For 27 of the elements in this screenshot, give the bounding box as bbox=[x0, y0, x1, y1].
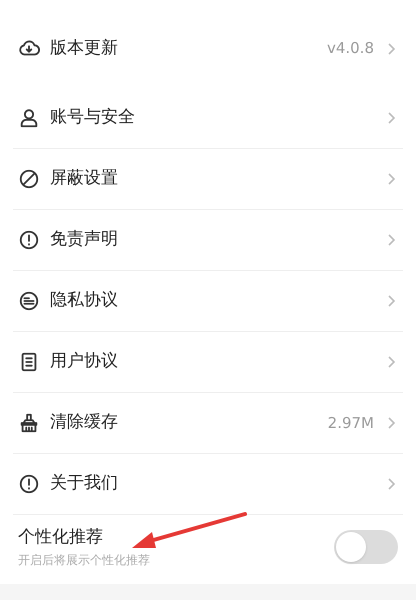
row-label: 关于我们 bbox=[50, 472, 118, 496]
ban-icon bbox=[18, 168, 40, 190]
settings-row[interactable]: 账号与安全 bbox=[13, 88, 403, 149]
setting-title: 个性化推荐 bbox=[18, 526, 104, 550]
row-value: 2.97M bbox=[328, 412, 374, 434]
row-label: 隐私协议 bbox=[50, 289, 118, 312]
settings-row[interactable]: 免责声明 bbox=[13, 210, 403, 271]
settings-row[interactable]: 清除缓存 2.97M bbox=[13, 393, 403, 454]
settings-row[interactable]: 屏蔽设置 bbox=[13, 149, 403, 210]
settings-row[interactable]: 隐私协议 bbox=[13, 271, 403, 332]
settings-row[interactable]: 关于我们 bbox=[13, 454, 403, 515]
toggle-switch[interactable] bbox=[334, 530, 398, 564]
row-value: v4.0.8 bbox=[326, 38, 374, 60]
user-icon bbox=[18, 107, 40, 129]
settings-row[interactable]: 用户协议 bbox=[13, 332, 403, 393]
settings-row[interactable]: 版本更新 v4.0.8 bbox=[13, 18, 403, 79]
row-label: 用户协议 bbox=[50, 350, 118, 374]
alert-icon bbox=[18, 229, 40, 251]
broom-icon bbox=[18, 412, 40, 434]
alert-icon bbox=[18, 473, 40, 495]
row-label: 免责声明 bbox=[50, 228, 118, 252]
text-lines-icon bbox=[18, 290, 40, 312]
row-label: 版本更新 bbox=[50, 36, 118, 60]
row-label: 账号与安全 bbox=[50, 106, 135, 130]
row-label: 屏蔽设置 bbox=[50, 167, 118, 190]
row-label: 清除缓存 bbox=[50, 411, 118, 434]
setting-description: 开启后将展示个性化推荐 bbox=[18, 552, 150, 569]
